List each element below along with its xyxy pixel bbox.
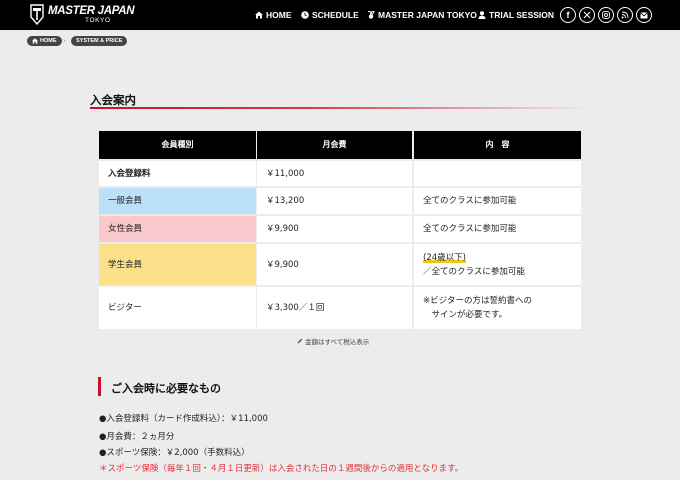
mail-icon: [640, 11, 648, 18]
breadcrumb-current-label: SYSTEM & PRICE: [76, 38, 123, 44]
insurance-note: ＊スポーツ保険（毎年１回・４月１日更新）は入会された日の１週間後からの適用となり…: [99, 464, 464, 474]
breadcrumb-current: SYSTEM & PRICE: [71, 36, 128, 46]
fee-cell: ￥13,200: [257, 188, 412, 214]
nav-trial-session[interactable]: TRIAL SESSION: [478, 9, 554, 21]
trophy-icon: [368, 11, 375, 19]
age-limit-highlight: (24歳以下): [423, 252, 466, 263]
nav-schedule[interactable]: SCHEDULE: [301, 9, 359, 21]
member-type-cell: 入会登録料: [99, 161, 256, 186]
table-row: ビジター ￥3,300／１回 ※ビジターの方は誓約書への サインが必要です。: [99, 287, 581, 329]
logo-subtext: TOKYO: [85, 17, 111, 24]
content-line: サインが必要です。: [423, 310, 508, 320]
header-monthly-fee: 月会費: [257, 131, 412, 159]
requirement-item: ●月会費：２ヵ月分: [99, 432, 175, 442]
rss-icon: [621, 11, 629, 19]
shield-logo-icon: [30, 4, 44, 25]
instagram-icon: [602, 11, 610, 19]
nav-home[interactable]: HOME: [255, 9, 292, 21]
member-type-cell: ビジター: [99, 287, 256, 329]
instagram-link[interactable]: [598, 7, 614, 23]
member-type-cell: 女性会員: [99, 216, 256, 242]
table-header-row: 会員種別 月会費 内 容: [99, 131, 581, 159]
nav-home-label: HOME: [266, 10, 292, 20]
requirements-accent-bar: [98, 377, 101, 396]
content-cell: (24歳以下) ／全てのクラスに参加可能: [414, 244, 581, 285]
requirement-item: ●スポーツ保険：￥2,000（手数料込）: [99, 448, 250, 458]
home-icon: [32, 38, 38, 44]
tax-note-text: 金額はすべて税込表示: [305, 338, 370, 346]
table-row: 女性会員 ￥9,900 全てのクラスに参加可能: [99, 216, 581, 242]
breadcrumb-home[interactable]: HOME: [27, 36, 62, 46]
facebook-icon: f: [566, 9, 570, 20]
content-cell: [414, 161, 581, 186]
breadcrumb-home-label: HOME: [40, 38, 57, 44]
header-content: 内 容: [414, 131, 581, 159]
home-icon: [255, 11, 263, 19]
member-type-cell: 学生会員: [99, 244, 256, 285]
fee-cell: ￥9,900: [257, 216, 412, 242]
table-row: 一般会員 ￥13,200 全てのクラスに参加可能: [99, 188, 581, 214]
fee-cell: ￥11,000: [257, 161, 412, 186]
x-icon: [583, 11, 591, 19]
fee-cell: ￥3,300／１回: [257, 287, 412, 329]
tax-note: 金額はすべて税込表示: [297, 336, 369, 346]
table-row: 入会登録料 ￥11,000: [99, 161, 581, 186]
table-row: 学生会員 ￥9,900 (24歳以下) ／全てのクラスに参加可能: [99, 244, 581, 285]
header-member-type: 会員種別: [99, 131, 256, 159]
content-cell: 全てのクラスに参加可能: [414, 188, 581, 214]
top-navigation-bar: MASTER JAPAN TOKYO HOME SCHEDULE MASTER …: [0, 0, 680, 30]
pencil-icon: [297, 338, 303, 344]
content-cell: 全てのクラスに参加可能: [414, 216, 581, 242]
fee-cell: ￥9,900: [257, 244, 412, 285]
content-line: ／全てのクラスに参加可能: [423, 266, 525, 277]
person-icon: [478, 11, 486, 19]
nav-master-japan-tokyo[interactable]: MASTER JAPAN TOKYO: [367, 9, 477, 21]
content-line: ※ビジターの方は誓約書への: [423, 296, 532, 306]
clock-icon: [301, 11, 309, 19]
x-link[interactable]: [579, 7, 595, 23]
requirements-title: ご入会時に必要なもの: [111, 382, 221, 395]
page-title: 入会案内: [90, 93, 136, 107]
rss-link[interactable]: [617, 7, 633, 23]
title-underline: [90, 107, 590, 109]
site-logo[interactable]: MASTER JAPAN TOKYO: [30, 4, 140, 26]
breadcrumb-separator-icon: ›: [63, 37, 66, 45]
content-cell: ※ビジターの方は誓約書への サインが必要です。: [414, 287, 581, 329]
logo-text: MASTER JAPAN: [48, 5, 135, 17]
mail-link[interactable]: [636, 7, 652, 23]
facebook-link[interactable]: f: [560, 7, 576, 23]
member-type-cell: 一般会員: [99, 188, 256, 214]
nav-master-japan-tokyo-label: MASTER JAPAN TOKYO: [378, 10, 477, 20]
requirement-item: ●入会登録料（カード作成料込）：￥11,000: [99, 414, 268, 424]
nav-schedule-label: SCHEDULE: [312, 10, 359, 20]
nav-trial-session-label: TRIAL SESSION: [489, 10, 555, 20]
